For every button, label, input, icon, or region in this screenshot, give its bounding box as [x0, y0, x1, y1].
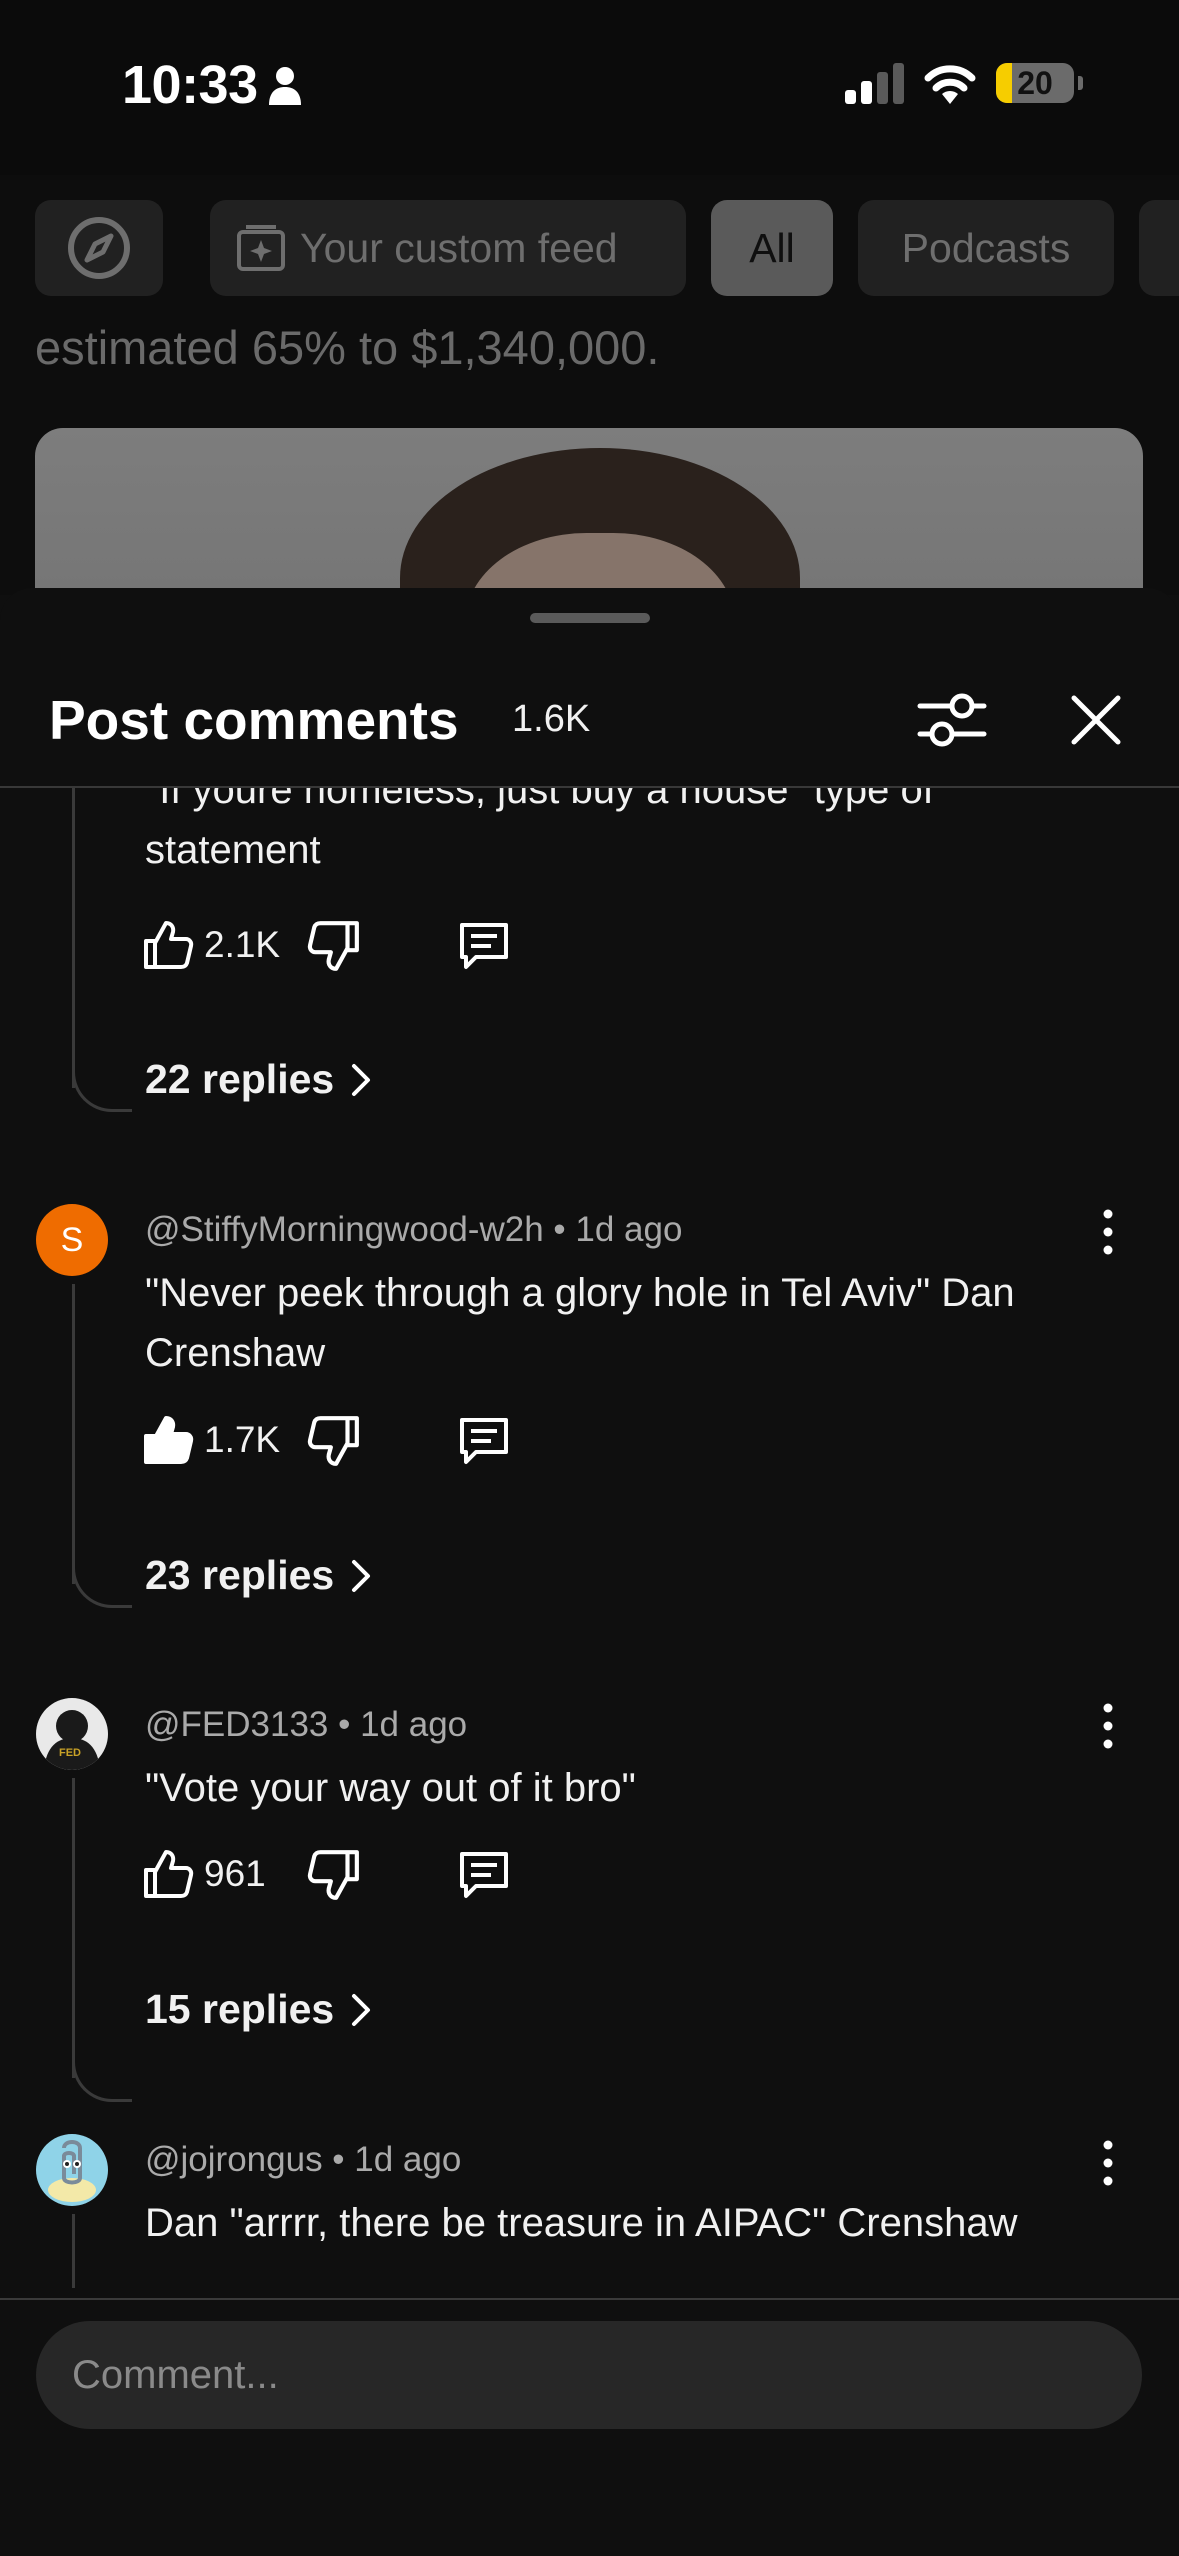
comment-author-meta[interactable]: @StiffyMorningwood-w2h • 1d ago: [145, 1210, 682, 1250]
comment-count: 1.6K: [512, 698, 591, 740]
comment-author-meta[interactable]: @jojrongus • 1d ago: [145, 2140, 461, 2180]
comment-input[interactable]: [36, 2321, 1142, 2429]
reply-button[interactable]: [457, 1848, 511, 1902]
thumb-up-icon: [144, 921, 194, 969]
sheet-title: Post comments: [49, 689, 459, 751]
battery-indicator: 20: [996, 63, 1074, 103]
thread-connector: [72, 1064, 132, 1112]
avatar[interactable]: FED: [36, 1698, 108, 1770]
status-time: 10:33: [122, 55, 258, 115]
comment-text: "Vote your way out of it bro": [145, 1766, 636, 1810]
chip-all[interactable]: All: [711, 200, 833, 296]
explore-chip[interactable]: [35, 200, 163, 296]
view-replies-button[interactable]: 23 replies: [145, 1552, 372, 1599]
thread-connector: [72, 2054, 132, 2102]
sort-filter-button[interactable]: [912, 680, 992, 760]
thread-line: [72, 1778, 75, 2078]
view-replies-button[interactable]: 15 replies: [145, 1986, 372, 2033]
replies-count: 23 replies: [145, 1552, 335, 1598]
chip-podcasts[interactable]: Podcasts: [858, 200, 1114, 296]
like-button[interactable]: 1.7K: [142, 1404, 280, 1476]
comments-list[interactable]: "If youre homeless, just buy a house" ty…: [0, 788, 1179, 2288]
cellular-signal-icon: [845, 63, 904, 104]
thread-line: [72, 1284, 75, 1584]
like-count: 1.7K: [204, 1419, 281, 1460]
comment-more-button[interactable]: [1090, 1202, 1126, 1262]
like-button[interactable]: 2.1K: [142, 909, 280, 981]
sheet-drag-handle[interactable]: [530, 613, 650, 623]
dislike-button[interactable]: [307, 919, 361, 973]
thread-line: [72, 788, 75, 1088]
avatar-image: FED: [36, 1698, 108, 1770]
avatar[interactable]: [36, 2134, 108, 2206]
thumb-down-icon: [307, 1416, 359, 1466]
chevron-right-icon: [352, 1559, 371, 1592]
view-replies-button[interactable]: 22 replies: [145, 1056, 372, 1103]
post-caption-text: estimated 65% to $1,340,000.: [35, 321, 660, 374]
comment-actions: 1.7K: [142, 1404, 582, 1476]
comment-more-button[interactable]: [1090, 1696, 1126, 1756]
comments-sheet: Post comments 1.6K "If youre homeless, j…: [0, 588, 1179, 2556]
avatar[interactable]: S: [36, 1204, 108, 1276]
chevron-right-icon: [352, 1993, 371, 2026]
comment-actions: 961: [142, 1838, 582, 1910]
like-count: 2.1K: [204, 924, 281, 965]
thread-connector: [72, 1560, 132, 1608]
dislike-button[interactable]: [307, 1414, 361, 1468]
reply-button[interactable]: [457, 1414, 511, 1468]
feed-chip-bar[interactable]: Your custom feed All Podcasts: [0, 200, 1179, 296]
thumb-up-icon: [144, 1416, 194, 1464]
sparkle-feed-icon: [237, 225, 285, 271]
avatar-label: FED: [59, 1747, 81, 1759]
avatar-image: [36, 2134, 108, 2206]
close-sheet-button[interactable]: [1058, 682, 1134, 758]
comment-bubble-icon: [460, 923, 508, 969]
replies-count: 22 replies: [145, 1056, 335, 1102]
battery-tip: [1078, 76, 1083, 90]
more-vertical-icon: [1103, 1209, 1113, 1255]
thread-line: [72, 2214, 75, 2288]
more-vertical-icon: [1103, 1703, 1113, 1749]
comment-bubble-icon: [460, 1418, 508, 1464]
comment-text: "If youre homeless, just buy a house" ty…: [145, 788, 934, 872]
thumb-down-icon: [307, 1850, 359, 1900]
comment-more-button[interactable]: [1090, 2133, 1126, 2193]
close-icon: [1071, 695, 1121, 745]
thumb-down-icon: [307, 921, 359, 971]
like-count: 961: [204, 1853, 266, 1894]
person-icon: [269, 67, 301, 105]
more-vertical-icon: [1103, 2140, 1113, 2186]
chip-custom-feed[interactable]: Your custom feed: [210, 200, 686, 296]
comment-text: Dan "arrrr, there be treasure in AIPAC" …: [145, 2201, 1018, 2245]
compass-icon: [68, 217, 130, 279]
comment-actions: 2.1K: [142, 909, 582, 981]
composer-divider: [0, 2298, 1179, 2300]
like-button[interactable]: 961: [142, 1838, 266, 1910]
thumb-up-icon: [144, 1850, 194, 1898]
sliders-icon: [917, 693, 987, 747]
wifi-icon: [924, 65, 976, 104]
chip-custom-feed-label: Your custom feed: [300, 225, 618, 271]
comment-text: "Never peek through a glory hole in Tel …: [145, 1271, 1015, 1375]
battery-percentage: 20: [1017, 65, 1053, 101]
chip-next[interactable]: [1139, 200, 1179, 296]
comment-bubble-icon: [460, 1852, 508, 1898]
reply-button[interactable]: [457, 919, 511, 973]
chevron-right-icon: [352, 1063, 371, 1096]
post-image: [35, 428, 1143, 595]
comment-author-meta[interactable]: @FED3133 • 1d ago: [145, 1705, 467, 1745]
dislike-button[interactable]: [307, 1848, 361, 1902]
background-feed: Your custom feed All Podcasts estimated …: [0, 175, 1179, 595]
replies-count: 15 replies: [145, 1986, 335, 2032]
status-bar: 10:33 20: [0, 0, 1179, 175]
